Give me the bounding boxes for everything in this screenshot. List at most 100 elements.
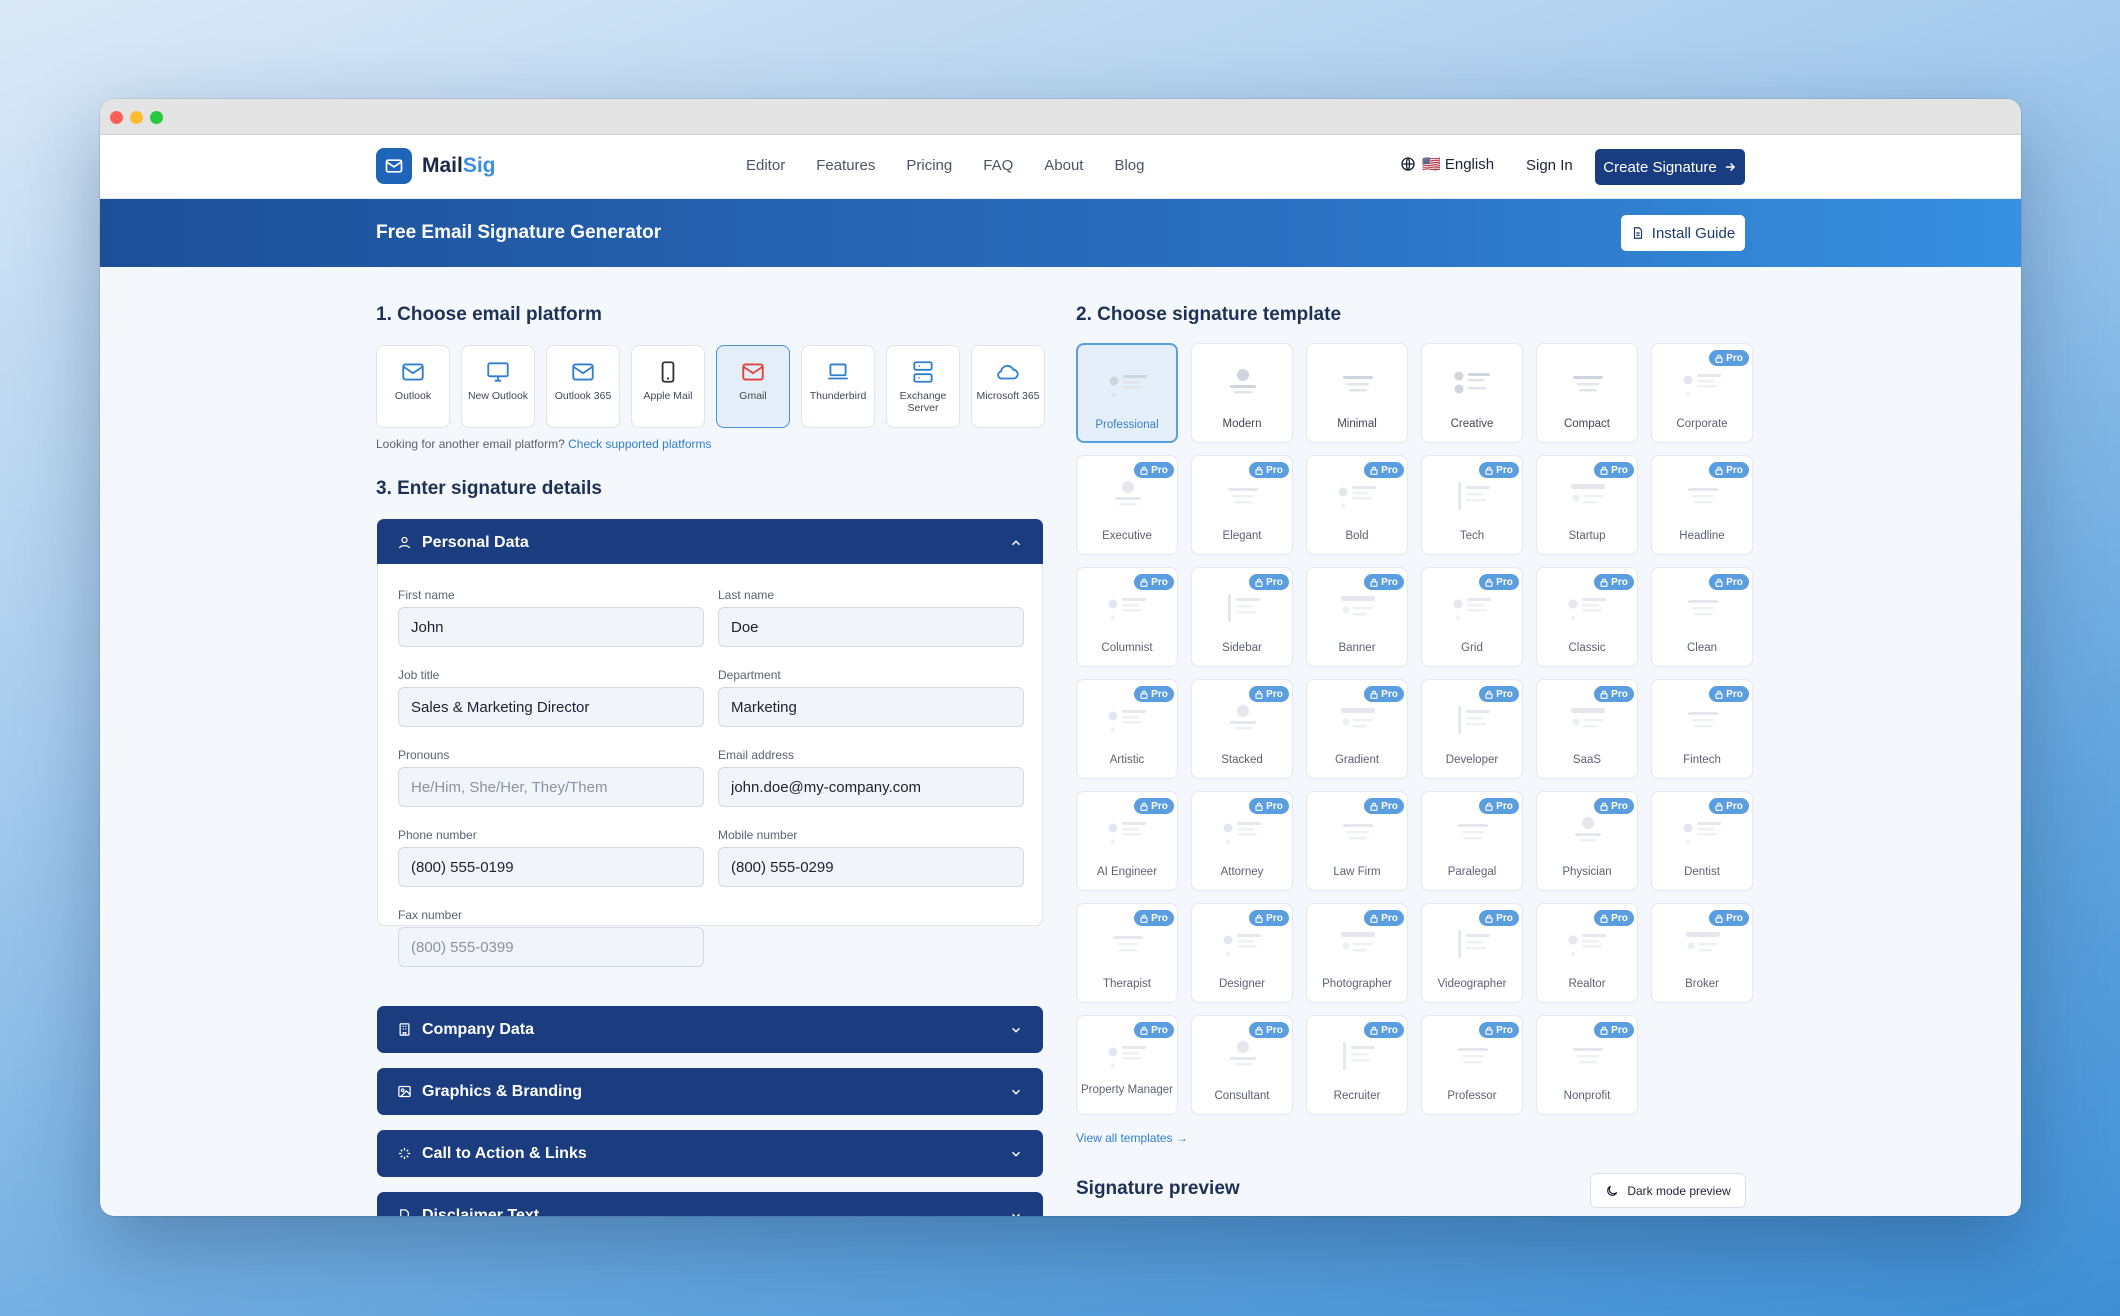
accordion-graphics-branding[interactable]: Graphics & Branding (377, 1068, 1043, 1115)
template-card-saas[interactable]: SaaS Pro (1536, 679, 1638, 779)
template-card-attorney[interactable]: Attorney Pro (1191, 791, 1293, 891)
mail-icon (572, 363, 594, 381)
platform-gmail[interactable]: Gmail (716, 345, 790, 428)
template-card-headline[interactable]: Headline Pro (1651, 455, 1753, 555)
template-card-developer[interactable]: Developer Pro (1421, 679, 1523, 779)
template-card-tech[interactable]: Tech Pro (1421, 455, 1523, 555)
last-name-input[interactable] (718, 607, 1024, 647)
platform-exchange-server[interactable]: Exchange Server (886, 345, 960, 428)
template-card-physician[interactable]: Physician Pro (1536, 791, 1638, 891)
fax-input[interactable] (398, 927, 704, 967)
template-card-ai-engineer[interactable]: AI Engineer Pro (1076, 791, 1178, 891)
install-guide-button[interactable]: Install Guide (1621, 215, 1745, 251)
template-card-minimal[interactable]: Minimal (1306, 343, 1408, 443)
language-selector[interactable]: 🇺🇸 English (1400, 155, 1494, 173)
template-card-executive[interactable]: Executive Pro (1076, 455, 1178, 555)
minimize-window-button[interactable] (130, 111, 143, 124)
template-name: Minimal (1337, 418, 1377, 430)
template-name: Professional (1095, 419, 1159, 431)
template-card-artistic[interactable]: Artistic Pro (1076, 679, 1178, 779)
template-card-professional[interactable]: Professional (1076, 343, 1178, 443)
template-card-fintech[interactable]: Fintech Pro (1651, 679, 1753, 779)
platform-outlook-365[interactable]: Outlook 365 (546, 345, 620, 428)
nav-link-about[interactable]: About (1044, 157, 1083, 174)
pro-badge-label: Pro (1611, 912, 1628, 924)
template-card-law-firm[interactable]: Law Firm Pro (1306, 791, 1408, 891)
template-card-designer[interactable]: Designer Pro (1191, 903, 1293, 1003)
platform-microsoft-365[interactable]: Microsoft 365 (971, 345, 1045, 428)
template-card-consultant[interactable]: Consultant Pro (1191, 1015, 1293, 1115)
template-card-modern[interactable]: Modern (1191, 343, 1293, 443)
accordion-call-to-action[interactable]: Call to Action & Links (377, 1130, 1043, 1177)
template-thumbnail (1335, 924, 1381, 962)
close-window-button[interactable] (110, 111, 123, 124)
globe-icon (1401, 157, 1415, 171)
supported-platforms-link[interactable]: Check supported platforms (568, 437, 711, 451)
phone-input[interactable] (398, 847, 704, 887)
pronouns-input[interactable] (398, 767, 704, 807)
nav-link-pricing[interactable]: Pricing (906, 157, 952, 174)
template-card-videographer[interactable]: Videographer Pro (1421, 903, 1523, 1003)
sign-in-link[interactable]: Sign In (1526, 157, 1573, 174)
nav-link-editor[interactable]: Editor (746, 157, 785, 174)
pro-badge-label: Pro (1726, 576, 1743, 588)
template-card-sidebar[interactable]: Sidebar Pro (1191, 567, 1293, 667)
accordion-personal-data[interactable]: Personal Data (377, 519, 1043, 566)
template-card-clean[interactable]: Clean Pro (1651, 567, 1753, 667)
lock-icon (1600, 466, 1608, 475)
brand-logo[interactable]: MailSig (376, 148, 496, 184)
nav-link-blog[interactable]: Blog (1114, 157, 1144, 174)
platform-new-outlook[interactable]: New Outlook (461, 345, 535, 428)
pro-badge-label: Pro (1496, 464, 1513, 476)
template-card-property-manager[interactable]: Property Manager Pro (1076, 1015, 1178, 1115)
template-card-therapist[interactable]: Therapist Pro (1076, 903, 1178, 1003)
template-card-columnist[interactable]: Columnist Pro (1076, 567, 1178, 667)
template-card-bold[interactable]: Bold Pro (1306, 455, 1408, 555)
platform-heading: 1. Choose email platform (376, 304, 602, 325)
template-card-grid[interactable]: Grid Pro (1421, 567, 1523, 667)
mobile-input[interactable] (718, 847, 1024, 887)
first-name-input[interactable] (398, 607, 704, 647)
nav-link-faq[interactable]: FAQ (983, 157, 1013, 174)
lock-icon (1255, 802, 1263, 811)
template-card-creative[interactable]: Creative (1421, 343, 1523, 443)
create-signature-button[interactable]: Create Signature (1595, 149, 1745, 185)
template-name: Startup (1568, 530, 1606, 542)
dark-mode-preview-label: Dark mode preview (1627, 1183, 1731, 1198)
platform-outlook[interactable]: Outlook (376, 345, 450, 428)
template-card-dentist[interactable]: Dentist Pro (1651, 791, 1753, 891)
pro-badge-label: Pro (1496, 688, 1513, 700)
template-card-gradient[interactable]: Gradient Pro (1306, 679, 1408, 779)
template-card-classic[interactable]: Classic Pro (1536, 567, 1638, 667)
template-thumbnail (1565, 924, 1611, 962)
template-card-banner[interactable]: Banner Pro (1306, 567, 1408, 667)
platform-list: Outlook New Outlook Outlook 365 Apple Ma… (376, 345, 1045, 428)
view-all-templates-link[interactable]: View all templates → (1076, 1131, 1188, 1145)
department-input[interactable] (718, 687, 1024, 727)
accordion-title: Disclaimer Text (422, 1206, 540, 1217)
nav-link-features[interactable]: Features (816, 157, 875, 174)
template-card-elegant[interactable]: Elegant Pro (1191, 455, 1293, 555)
pro-badge: Pro (1594, 462, 1634, 478)
dark-mode-preview-button[interactable]: Dark mode preview (1590, 1173, 1746, 1208)
template-card-professor[interactable]: Professor Pro (1421, 1015, 1523, 1115)
template-card-broker[interactable]: Broker Pro (1651, 903, 1753, 1003)
template-card-realtor[interactable]: Realtor Pro (1536, 903, 1638, 1003)
platform-thunderbird[interactable]: Thunderbird (801, 345, 875, 428)
email-input[interactable] (718, 767, 1024, 807)
template-name: Dentist (1684, 866, 1720, 878)
zoom-window-button[interactable] (150, 111, 163, 124)
template-card-nonprofit[interactable]: Nonprofit Pro (1536, 1015, 1638, 1115)
accordion-disclaimer[interactable]: Disclaimer Text (377, 1192, 1043, 1216)
template-card-startup[interactable]: Startup Pro (1536, 455, 1638, 555)
accordion-company-data[interactable]: Company Data (377, 1006, 1043, 1053)
template-card-photographer[interactable]: Photographer Pro (1306, 903, 1408, 1003)
template-card-compact[interactable]: Compact (1536, 343, 1638, 443)
template-card-stacked[interactable]: Stacked Pro (1191, 679, 1293, 779)
template-card-paralegal[interactable]: Paralegal Pro (1421, 791, 1523, 891)
template-card-corporate[interactable]: Corporate Pro (1651, 343, 1753, 443)
job-title-input[interactable] (398, 687, 704, 727)
platform-apple-mail[interactable]: Apple Mail (631, 345, 705, 428)
template-name: AI Engineer (1096, 866, 1158, 878)
template-card-recruiter[interactable]: Recruiter Pro (1306, 1015, 1408, 1115)
